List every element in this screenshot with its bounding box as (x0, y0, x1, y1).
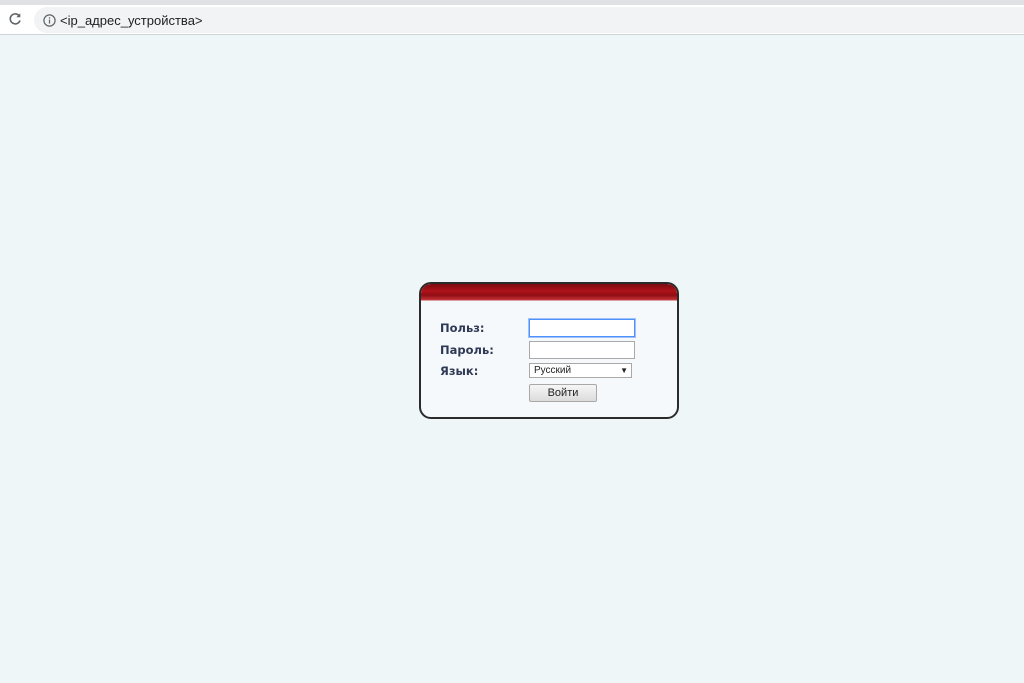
password-row: Пароль: (440, 341, 635, 359)
login-panel: Польз: Пароль: Язык: Русский ▼ Войти (419, 282, 679, 419)
language-select[interactable]: Русский ▼ (529, 363, 632, 378)
login-button[interactable]: Войти (529, 384, 597, 402)
page-content: Польз: Пароль: Язык: Русский ▼ Войти (0, 36, 1024, 683)
info-icon[interactable] (42, 13, 56, 27)
address-url: <ip_адрес_устройства> (60, 12, 203, 28)
chevron-down-icon: ▼ (620, 366, 628, 375)
username-input[interactable] (529, 319, 635, 337)
password-label: Пароль: (440, 343, 494, 357)
login-panel-header (421, 284, 677, 301)
language-label: Язык: (440, 363, 479, 378)
reload-icon (9, 13, 21, 25)
language-selected-value: Русский (534, 365, 572, 376)
user-label: Польз: (440, 321, 485, 335)
reload-button[interactable] (4, 8, 26, 30)
browser-toolbar: <ip_адрес_устройства> (0, 5, 1024, 35)
language-row: Язык: Русский ▼ (440, 363, 632, 378)
user-row: Польз: (440, 319, 635, 337)
address-bar[interactable]: <ip_адрес_устройства> (34, 7, 1024, 33)
password-input[interactable] (529, 341, 635, 359)
